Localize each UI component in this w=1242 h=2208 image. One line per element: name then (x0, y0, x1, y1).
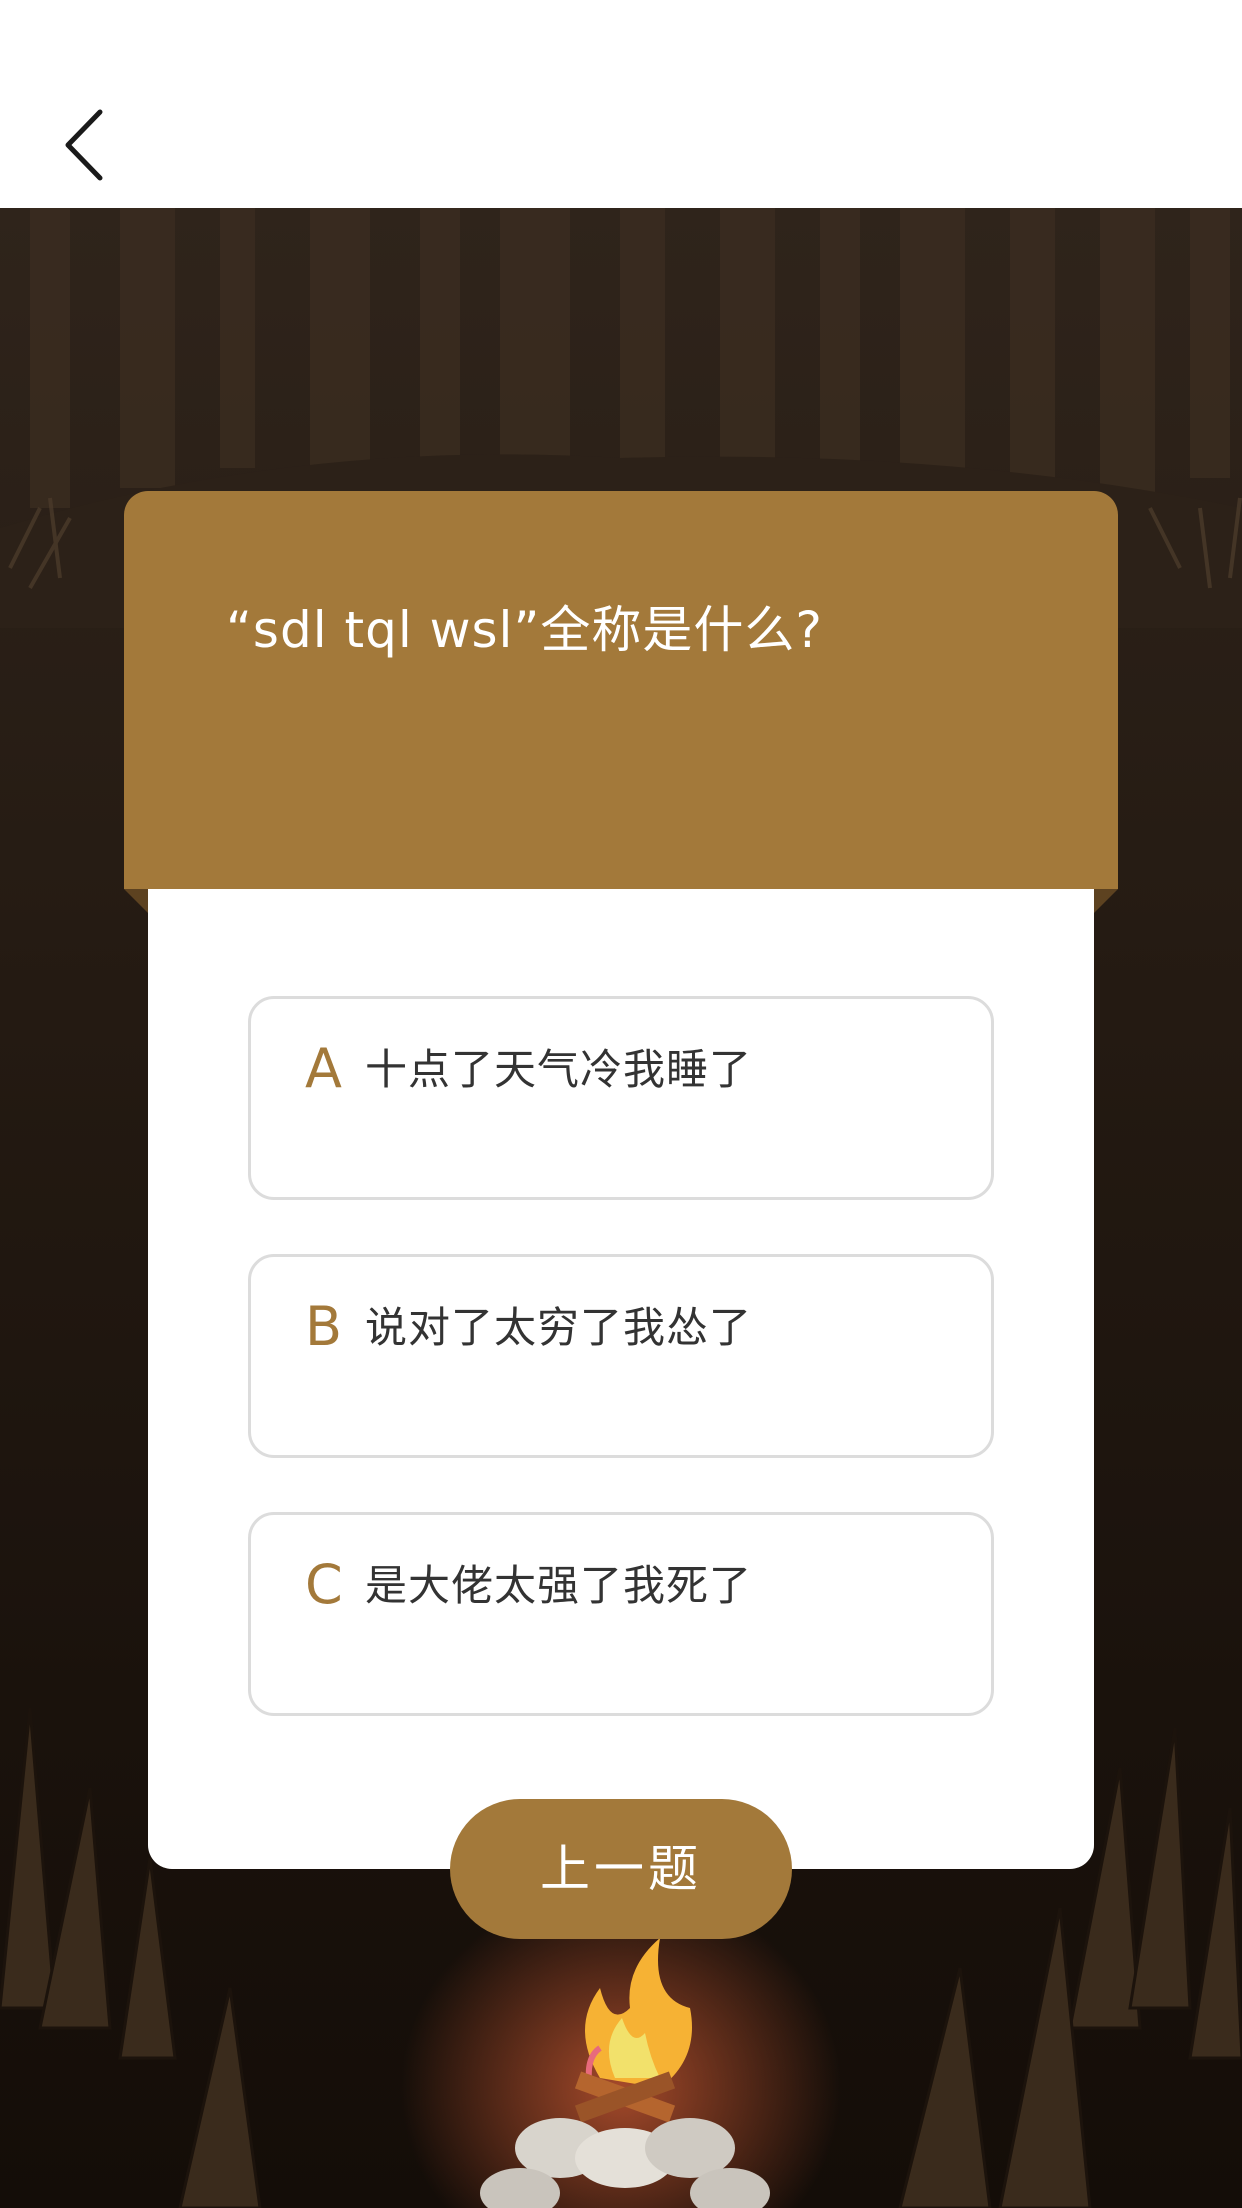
chevron-left-icon (65, 109, 103, 181)
option-c[interactable]: C 是大佬太强了我死了 (248, 1512, 994, 1716)
option-text: 十点了天气冷我睡了 (365, 1045, 753, 1094)
option-text: 是大佬太强了我死了 (365, 1561, 753, 1610)
option-letter: B (305, 1295, 343, 1358)
top-nav-bar (0, 0, 1242, 208)
option-letter: A (305, 1037, 342, 1100)
option-letter: C (305, 1553, 343, 1616)
header-fold-left (124, 889, 148, 913)
previous-question-button[interactable]: 上一题 (450, 1799, 792, 1939)
question-text: “sdl tql wsl”全称是什么? (226, 601, 823, 659)
option-text: 说对了太穷了我怂了 (365, 1303, 753, 1352)
question-card-header (124, 491, 1118, 889)
header-fold-right (1094, 889, 1118, 913)
back-button[interactable] (50, 100, 130, 190)
option-b[interactable]: B 说对了太穷了我怂了 (248, 1254, 994, 1458)
option-a[interactable]: A 十点了天气冷我睡了 (248, 996, 994, 1200)
